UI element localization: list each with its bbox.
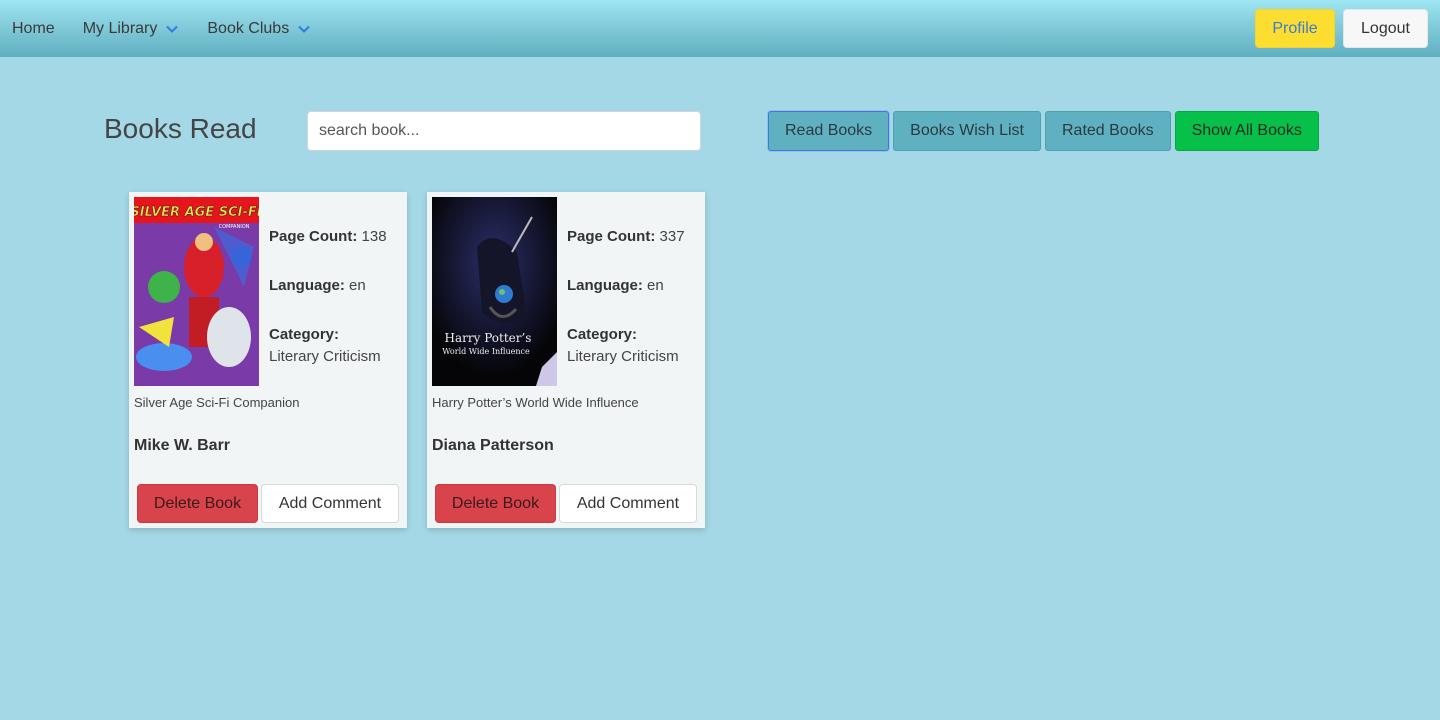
nav-book-clubs-dropdown[interactable]: Book Clubs — [207, 20, 311, 38]
chevron-down-icon — [166, 25, 179, 33]
book-cover-image: Harry Potter’s World Wide Influence — [432, 197, 557, 386]
nav-right-actions: Profile Logout — [1255, 9, 1428, 48]
card-actions: Delete Book Add Comment — [137, 484, 399, 523]
language-value: en — [349, 277, 366, 294]
book-author: Diana Patterson — [432, 437, 554, 454]
book-card: SILVER AGE SCI-FI COMPANION Page Count: … — [129, 192, 407, 528]
book-card-list: SILVER AGE SCI-FI COMPANION Page Count: … — [129, 192, 705, 528]
chevron-down-icon — [298, 25, 310, 33]
nav-book-clubs-label: Book Clubs — [207, 19, 290, 37]
add-comment-button[interactable]: Add Comment — [559, 484, 697, 523]
nav-my-library-label: My Library — [82, 19, 158, 37]
language-value: en — [647, 277, 664, 294]
page-count-label: Page Count: — [269, 228, 358, 245]
page-count-value: 337 — [659, 228, 685, 245]
svg-text:World Wide Influence: World Wide Influence — [442, 347, 530, 356]
add-comment-button[interactable]: Add Comment — [261, 484, 399, 523]
nav-my-library-dropdown[interactable]: My Library — [83, 20, 180, 38]
page-count-value: 138 — [361, 228, 387, 245]
book-meta: Page Count: 337 Language: en Category: Li… — [567, 226, 699, 395]
category-label: Category: — [269, 326, 340, 343]
book-card: Harry Potter’s World Wide Influence Page… — [427, 192, 705, 528]
nav-home[interactable]: Home — [12, 20, 55, 38]
book-title: Harry Potter’s World Wide Influence — [432, 395, 639, 410]
delete-book-button[interactable]: Delete Book — [435, 484, 556, 523]
language-label: Language: — [269, 277, 345, 294]
book-meta: Page Count: 138 Language: en Category: Li… — [269, 226, 401, 395]
category-label: Category: — [567, 326, 638, 343]
card-actions: Delete Book Add Comment — [435, 484, 697, 523]
cover-title-text: Harry Potter’s — [445, 331, 532, 345]
language-label: Language: — [567, 277, 643, 294]
svg-text:COMPANION: COMPANION — [219, 224, 250, 230]
nav-home-label: Home — [12, 19, 55, 37]
book-author: Mike W. Barr — [134, 437, 231, 454]
category-value: Literary Criticism — [269, 348, 381, 365]
cover-title-text: SILVER AGE SCI-FI — [134, 205, 259, 220]
filter-bar: Read Books Books Wish List Rated Books S… — [768, 111, 1319, 151]
search-input[interactable] — [307, 111, 701, 151]
filter-show-all-button[interactable]: Show All Books — [1174, 111, 1319, 151]
logout-button[interactable]: Logout — [1343, 9, 1428, 48]
category-value: Literary Criticism — [567, 348, 679, 365]
page-count-label: Page Count: — [567, 228, 656, 245]
delete-book-button[interactable]: Delete Book — [137, 484, 258, 523]
filter-rated-books-button[interactable]: Rated Books — [1044, 111, 1171, 151]
book-title: Silver Age Sci-Fi Companion — [134, 395, 300, 410]
filter-wish-list-button[interactable]: Books Wish List — [893, 111, 1041, 151]
top-navbar: Home My Library Book Clubs Profile Logou… — [0, 0, 1440, 57]
book-cover-image: SILVER AGE SCI-FI COMPANION — [134, 197, 259, 386]
profile-button[interactable]: Profile — [1255, 9, 1335, 48]
filter-read-books-button[interactable]: Read Books — [768, 111, 890, 151]
page-title: Books Read — [104, 113, 257, 144]
